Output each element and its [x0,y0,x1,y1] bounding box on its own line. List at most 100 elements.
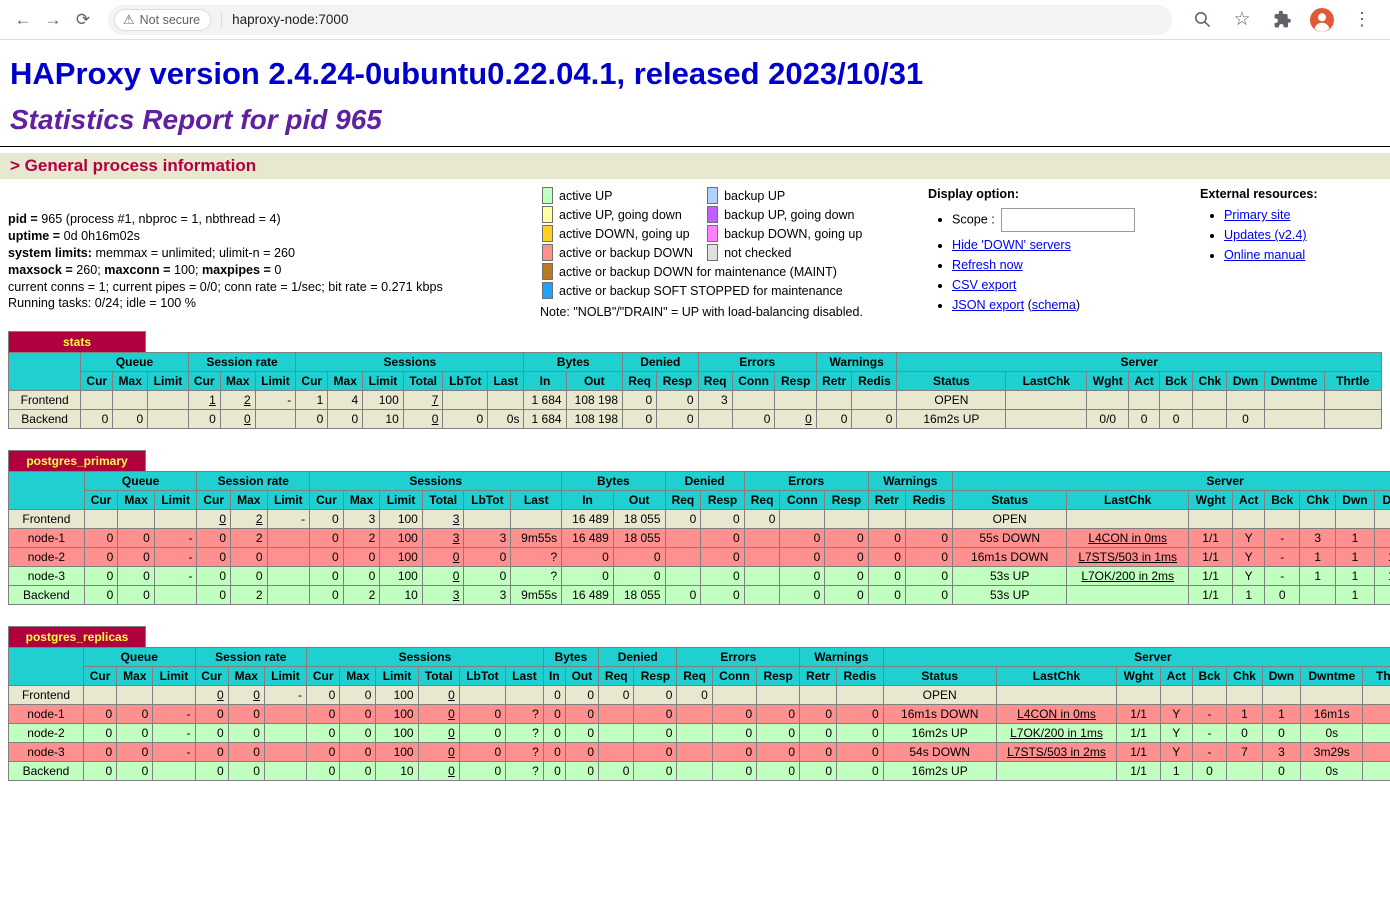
page-title[interactable]: HAProxy version 2.4.24-0ubuntu0.22.04.1,… [10,56,1382,92]
stat-cell [267,548,310,567]
column-header: Out [566,372,623,391]
stat-cell [84,510,118,529]
stat-cell [1189,510,1233,529]
proxy-name[interactable]: stats [8,331,146,352]
column-header: Total [403,372,443,391]
profile-avatar[interactable] [1310,8,1334,32]
stat-cell [1067,510,1189,529]
column-header: Redis [837,667,884,686]
legend-label: active UP, going down [555,206,705,223]
stat-cell: 1/1 [1117,724,1161,743]
column-header-row: CurMaxLimitCurMaxLimitCurMaxLimitTotalLb… [9,491,1390,510]
stat-cell [1262,686,1300,705]
scope-option: Scope : [952,208,1200,232]
stat-cell: 0 [701,510,744,529]
stat-cell: 0 [780,548,825,567]
column-group-header: Sessions [310,472,562,491]
list-item: Updates (v2.4) [1224,228,1382,242]
stat-cell: 7 [1227,743,1262,762]
url-text[interactable]: haproxy-node:7000 [232,12,348,27]
column-header: Resp [657,372,698,391]
stat-cell: 0 [701,586,744,605]
stat-cell: 3 [422,510,464,529]
stat-cell: 0s [1301,762,1363,781]
address-bar[interactable]: ⚠ Not secure haproxy-node:7000 [108,5,1172,35]
stat-cell [665,567,701,586]
stat-cell: 0 [1227,410,1264,429]
security-chip[interactable]: ⚠ Not secure [114,9,211,31]
column-header: Cur [197,491,231,510]
stat-cell: 0 [113,410,148,429]
column-header: Req [677,667,712,686]
stat-cell: 0 [228,705,264,724]
stat-cell: - [264,686,306,705]
schema-link[interactable]: schema [1032,298,1076,312]
column-header: Status [953,491,1067,510]
column-header: Out [565,667,598,686]
proxy-name[interactable]: postgres_primary [8,450,146,471]
stat-cell [267,529,310,548]
stat-cell: 16 489 [562,510,614,529]
stat-cell: 0 [195,724,228,743]
stat-cell: 0 [623,410,657,429]
stat-cell: 0 [868,548,905,567]
stat-cell: 0 [464,567,511,586]
external-resource-link[interactable]: Primary site [1224,208,1290,222]
stat-cell: - [153,743,195,762]
display-option-link[interactable]: Refresh now [952,258,1023,272]
stat-cell: 0 [712,724,756,743]
legend-label: backup UP, going down [720,206,874,223]
stat-cell: 3 [464,586,511,605]
proxy-name[interactable]: postgres_replicas [8,626,146,647]
legend-swatch [542,206,553,223]
stat-cell: 9m55s [511,586,562,605]
column-header: Limit [154,491,197,510]
bookmark-star-icon[interactable]: ☆ [1230,8,1254,32]
column-header: Max [118,491,155,510]
stat-cell: 0 [197,586,231,605]
display-option-link[interactable]: Hide 'DOWN' servers [952,238,1071,252]
stat-cell: 0 [418,724,459,743]
stat-cell: 0 [195,762,228,781]
column-header: LastChk [1067,491,1189,510]
list-item: Online manual [1224,248,1382,262]
stat-cell: 7 [403,391,443,410]
forward-icon[interactable]: → [38,5,68,35]
stat-cell: - [1265,567,1300,586]
stat-cell [837,686,884,705]
legend-table: active UPbackup UPactive UP, going downb… [540,185,876,301]
stat-cell: 16 489 [562,529,614,548]
refresh-icon[interactable]: ⟳ [68,5,98,35]
legend-label: active DOWN, going up [555,225,705,242]
stats-row: node-200-000010000?000000016m2s UPL7OK/2… [9,724,1390,743]
back-icon[interactable]: ← [8,5,38,35]
column-header: Cur [195,667,228,686]
stat-cell: 100 [380,510,423,529]
column-header: Last [488,372,524,391]
extensions-icon[interactable] [1270,8,1294,32]
column-group-header: Queue [81,353,189,372]
column-header: Limit [363,372,404,391]
group-header-row: QueueSession rateSessionsBytesDeniedErro… [9,648,1390,667]
stat-cell: 0 [905,586,952,605]
display-option-link[interactable]: CSV export [952,278,1016,292]
stat-cell: 0s [1301,724,1363,743]
json-export-link[interactable]: JSON export [952,298,1024,312]
column-header: LbTot [464,491,511,510]
divider [0,146,1390,147]
external-resource-link[interactable]: Online manual [1224,248,1305,262]
row-name: node-1 [9,529,85,548]
stat-cell: ? [511,567,562,586]
scope-input[interactable] [1001,208,1135,232]
stat-cell: Y [1233,567,1265,586]
stat-cell [264,705,306,724]
stat-cell: - [255,391,296,410]
zoom-icon[interactable] [1190,8,1214,32]
legend-swatch [707,187,718,204]
stat-cell: 16m1s DOWN [953,548,1067,567]
stat-cell [1374,510,1390,529]
external-resource-link[interactable]: Updates (v2.4) [1224,228,1307,242]
stat-cell: 0 [1129,410,1160,429]
menu-icon[interactable]: ⋮ [1350,8,1374,32]
stat-cell: Y [1160,743,1192,762]
